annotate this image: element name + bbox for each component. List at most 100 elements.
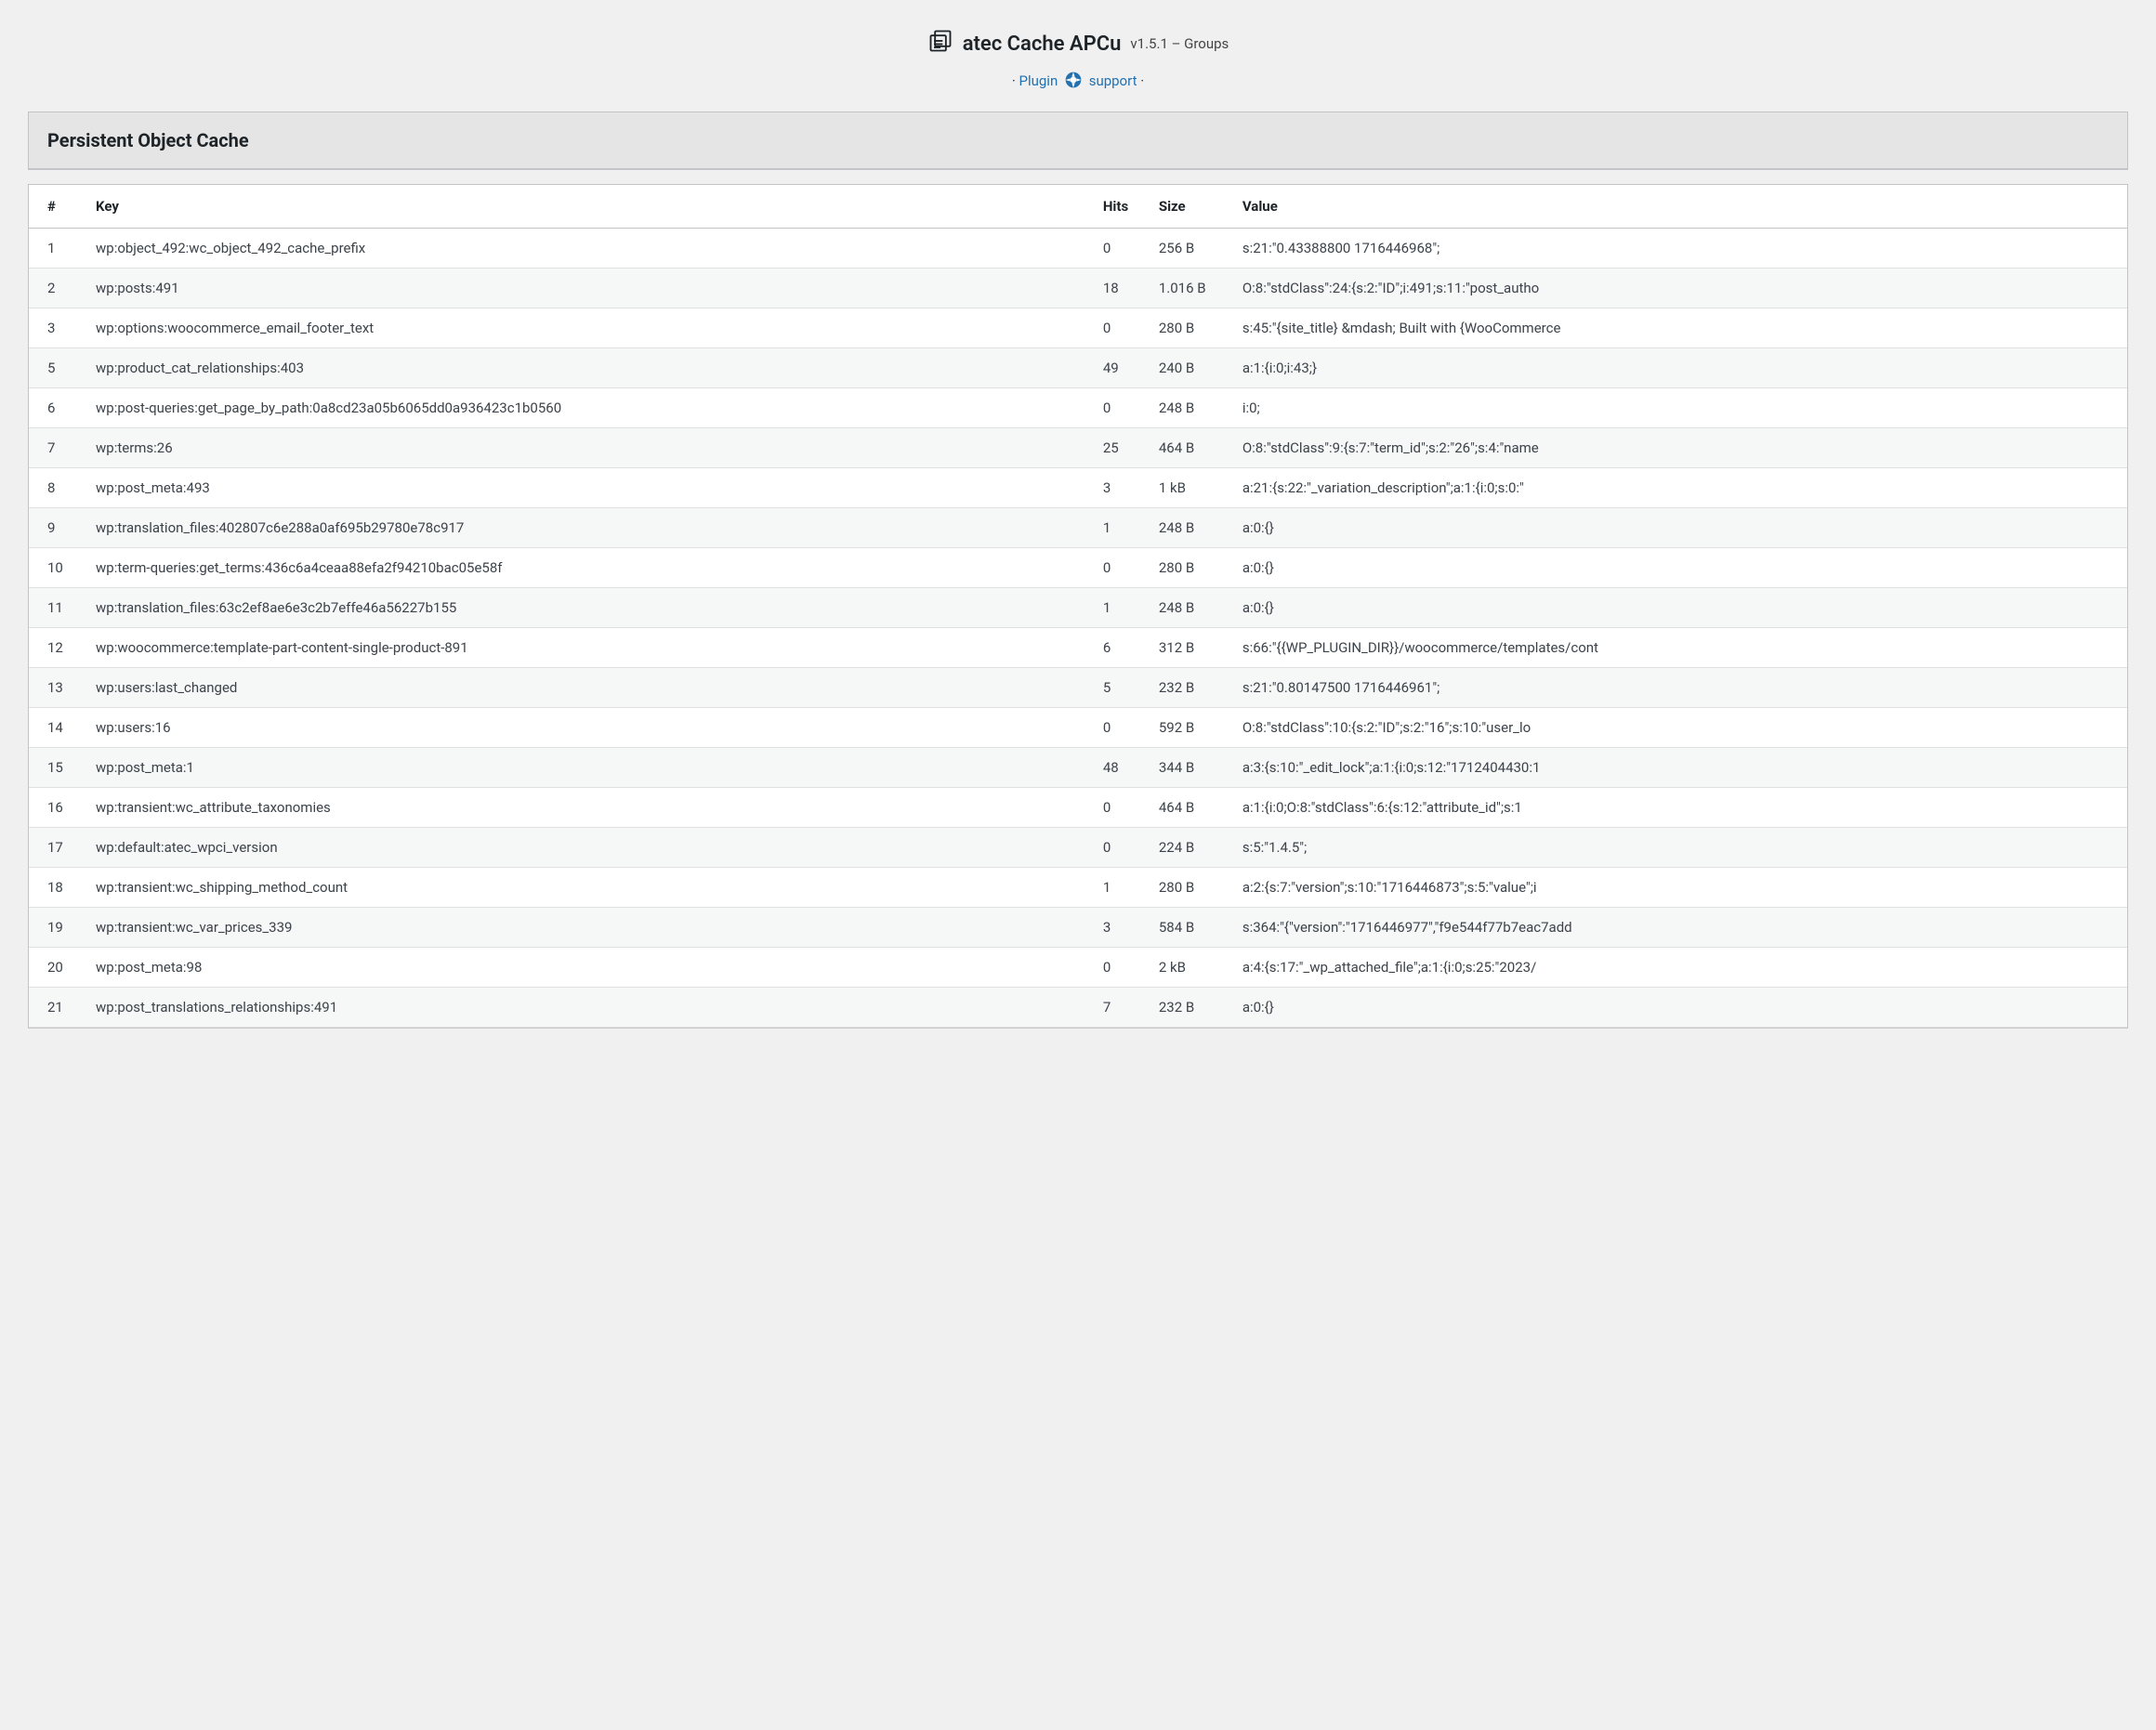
table-row: 7wp:terms:2625464 BO:8:"stdClass":9:{s:7… (29, 428, 2127, 468)
plugin-link[interactable]: Plugin (1019, 72, 1058, 89)
table-row: 2wp:posts:491181.016 BO:8:"stdClass":24:… (29, 269, 2127, 308)
atec-logo-icon (927, 28, 953, 59)
separator: · (1012, 72, 1016, 89)
cell-key: wp:users:last_changed (85, 668, 1092, 708)
cell-key: wp:post-queries:get_page_by_path:0a8cd23… (85, 388, 1092, 428)
col-header-key: Key (85, 185, 1092, 229)
cell-hits: 1 (1092, 868, 1148, 908)
table-row: 10wp:term-queries:get_terms:436c6a4ceaa8… (29, 548, 2127, 588)
cell-hits: 0 (1092, 828, 1148, 868)
cell-size: 592 B (1148, 708, 1231, 748)
cell-hits: 49 (1092, 348, 1148, 388)
cell-value: s:45:"{site_title} &mdash; Built with {W… (1231, 308, 2127, 348)
cell-hits: 0 (1092, 388, 1148, 428)
page-title: atec Cache APCu v1.5.1 – Groups (927, 28, 1229, 59)
cell-key: wp:translation_files:402807c6e288a0af695… (85, 508, 1092, 548)
cell-size: 344 B (1148, 748, 1231, 788)
table-row: 11wp:translation_files:63c2ef8ae6e3c2b7e… (29, 588, 2127, 628)
table-row: 12wp:woocommerce:template-part-content-s… (29, 628, 2127, 668)
table-row: 15wp:post_meta:148344 Ba:3:{s:10:"_edit_… (29, 748, 2127, 788)
cell-num: 17 (29, 828, 85, 868)
cell-value: i:0; (1231, 388, 2127, 428)
cell-hits: 0 (1092, 948, 1148, 988)
cell-key: wp:posts:491 (85, 269, 1092, 308)
cell-size: 464 B (1148, 428, 1231, 468)
cell-key: wp:woocommerce:template-part-content-sin… (85, 628, 1092, 668)
support-link[interactable]: support (1089, 72, 1137, 89)
table-row: 13wp:users:last_changed5232 Bs:21:"0.801… (29, 668, 2127, 708)
support-icon (1064, 71, 1083, 93)
cell-num: 15 (29, 748, 85, 788)
cell-hits: 1 (1092, 508, 1148, 548)
cell-key: wp:terms:26 (85, 428, 1092, 468)
cache-table-wrap: # Key Hits Size Value 1wp:object_492:wc_… (28, 184, 2128, 1029)
panel-title: Persistent Object Cache (47, 129, 2109, 151)
cell-hits: 0 (1092, 548, 1148, 588)
cell-num: 5 (29, 348, 85, 388)
cell-key: wp:object_492:wc_object_492_cache_prefix (85, 229, 1092, 269)
cell-value: a:1:{i:0;i:43;} (1231, 348, 2127, 388)
cell-num: 2 (29, 269, 85, 308)
table-row: 3wp:options:woocommerce_email_footer_tex… (29, 308, 2127, 348)
cell-size: 224 B (1148, 828, 1231, 868)
cell-hits: 5 (1092, 668, 1148, 708)
cell-hits: 7 (1092, 988, 1148, 1028)
cell-num: 18 (29, 868, 85, 908)
cell-value: a:0:{} (1231, 548, 2127, 588)
cell-key: wp:users:16 (85, 708, 1092, 748)
cell-size: 248 B (1148, 588, 1231, 628)
table-row: 18wp:transient:wc_shipping_method_count1… (29, 868, 2127, 908)
cell-size: 280 B (1148, 308, 1231, 348)
cell-key: wp:options:woocommerce_email_footer_text (85, 308, 1092, 348)
cell-num: 11 (29, 588, 85, 628)
cell-value: a:0:{} (1231, 588, 2127, 628)
header-links: · Plugin support · (19, 71, 2137, 93)
cell-num: 16 (29, 788, 85, 828)
col-header-num: # (29, 185, 85, 229)
cell-size: 232 B (1148, 988, 1231, 1028)
cell-num: 14 (29, 708, 85, 748)
cell-hits: 0 (1092, 308, 1148, 348)
cell-key: wp:translation_files:63c2ef8ae6e3c2b7eff… (85, 588, 1092, 628)
table-row: 9wp:translation_files:402807c6e288a0af69… (29, 508, 2127, 548)
cell-hits: 6 (1092, 628, 1148, 668)
cell-num: 13 (29, 668, 85, 708)
cell-num: 10 (29, 548, 85, 588)
cell-num: 12 (29, 628, 85, 668)
cell-hits: 48 (1092, 748, 1148, 788)
cell-value: a:4:{s:17:"_wp_attached_file";a:1:{i:0;s… (1231, 948, 2127, 988)
table-row: 8wp:post_meta:49331 kBa:21:{s:22:"_varia… (29, 468, 2127, 508)
cell-value: a:21:{s:22:"_variation_description";a:1:… (1231, 468, 2127, 508)
cell-size: 2 kB (1148, 948, 1231, 988)
cell-size: 1 kB (1148, 468, 1231, 508)
title-text: atec Cache APCu (963, 33, 1122, 56)
cell-key: wp:transient:wc_var_prices_339 (85, 908, 1092, 948)
separator: · (1140, 72, 1144, 89)
cell-key: wp:post_meta:1 (85, 748, 1092, 788)
col-header-size: Size (1148, 185, 1231, 229)
col-header-hits: Hits (1092, 185, 1148, 229)
table-row: 20wp:post_meta:9802 kBa:4:{s:17:"_wp_att… (29, 948, 2127, 988)
cell-key: wp:post_meta:493 (85, 468, 1092, 508)
cell-hits: 0 (1092, 708, 1148, 748)
cell-key: wp:transient:wc_attribute_taxonomies (85, 788, 1092, 828)
cell-size: 248 B (1148, 388, 1231, 428)
cell-num: 3 (29, 308, 85, 348)
cell-value: O:8:"stdClass":10:{s:2:"ID";s:2:"16";s:1… (1231, 708, 2127, 748)
cell-hits: 0 (1092, 229, 1148, 269)
table-header-row: # Key Hits Size Value (29, 185, 2127, 229)
panel: Persistent Object Cache (28, 111, 2128, 170)
table-row: 14wp:users:160592 BO:8:"stdClass":10:{s:… (29, 708, 2127, 748)
cell-hits: 3 (1092, 468, 1148, 508)
cell-value: a:3:{s:10:"_edit_lock";a:1:{i:0;s:12:"17… (1231, 748, 2127, 788)
cell-hits: 25 (1092, 428, 1148, 468)
cell-size: 240 B (1148, 348, 1231, 388)
cell-size: 464 B (1148, 788, 1231, 828)
cell-key: wp:term-queries:get_terms:436c6a4ceaa88e… (85, 548, 1092, 588)
cell-size: 280 B (1148, 548, 1231, 588)
cell-size: 280 B (1148, 868, 1231, 908)
cell-num: 1 (29, 229, 85, 269)
cell-size: 232 B (1148, 668, 1231, 708)
cell-size: 312 B (1148, 628, 1231, 668)
table-row: 1wp:object_492:wc_object_492_cache_prefi… (29, 229, 2127, 269)
